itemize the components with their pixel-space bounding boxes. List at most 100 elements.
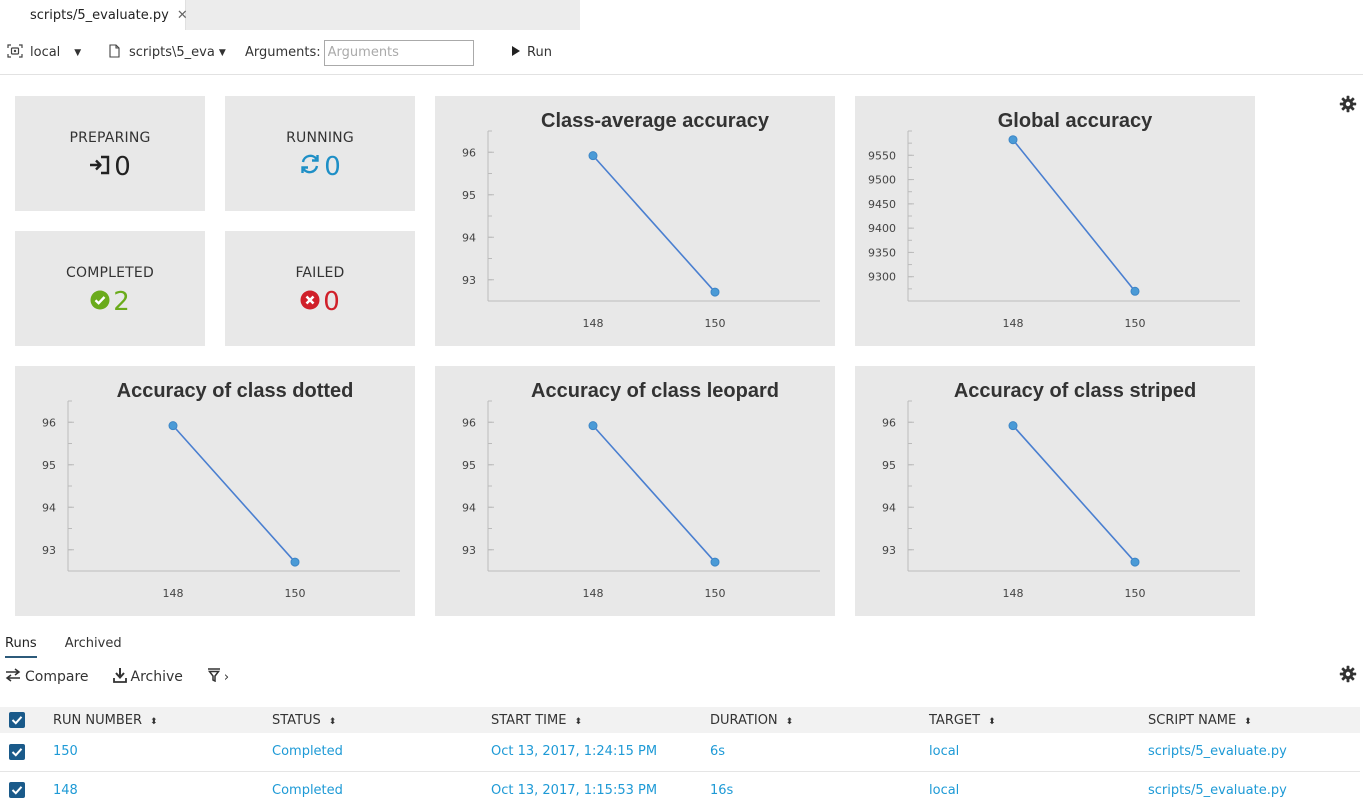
data-point[interactable]	[710, 287, 720, 297]
runs-tabs: Runs Archived	[5, 636, 150, 658]
select-all-checkbox[interactable]	[0, 707, 53, 733]
x-tick-label: 148	[583, 587, 604, 600]
x-tick-label: 148	[1003, 317, 1024, 330]
target-cell[interactable]: local	[929, 771, 1148, 809]
x-tick-label: 148	[163, 587, 184, 600]
status-count: 0	[324, 152, 341, 182]
table-header-row: RUN NUMBER ⬍ STATUS ⬍ START TIME ⬍ DURATION…	[0, 707, 1360, 733]
data-point[interactable]	[588, 421, 598, 431]
checkbox-checked-icon	[9, 782, 25, 798]
arguments-label: Arguments:	[245, 45, 321, 60]
column-header[interactable]: SCRIPT NAME ⬍	[1148, 707, 1360, 733]
data-point[interactable]	[588, 151, 598, 161]
tab-title: scripts/5_evaluate.py	[30, 7, 169, 23]
run-number-link[interactable]: 150	[53, 733, 272, 772]
script-select[interactable]: scripts\5_eva ▼	[109, 30, 226, 75]
arguments-input[interactable]	[323, 39, 474, 66]
table-row[interactable]: 150 Completed Oct 13, 2017, 1:24:15 PM 6…	[0, 733, 1360, 772]
x-tick-label: 150	[285, 587, 306, 600]
chart-title: Accuracy of class dotted	[117, 380, 354, 402]
column-header[interactable]: STATUS ⬍	[272, 707, 491, 733]
row-checkbox[interactable]	[0, 771, 53, 809]
x-tick-label: 148	[583, 317, 604, 330]
compare-button[interactable]: Compare	[5, 668, 89, 686]
status-card-running: RUNNING 0	[225, 96, 415, 211]
status-count: 0	[323, 287, 340, 317]
target-select[interactable]: local ▼	[7, 30, 81, 75]
checkbox-checked-icon	[9, 712, 25, 728]
status-cell[interactable]: Completed	[272, 733, 491, 772]
data-point[interactable]	[1130, 557, 1140, 567]
start-time-cell[interactable]: Oct 13, 2017, 1:24:15 PM	[491, 733, 710, 772]
target-cell[interactable]: local	[929, 733, 1148, 772]
status-value: 0	[225, 152, 415, 182]
table-row[interactable]: 148 Completed Oct 13, 2017, 1:15:53 PM 1…	[0, 771, 1360, 809]
gear-icon[interactable]	[1339, 95, 1357, 113]
chart-title: Accuracy of class leopard	[531, 380, 779, 402]
run-number-link[interactable]: 148	[53, 771, 272, 809]
column-header[interactable]: TARGET ⬍	[929, 707, 1148, 733]
chevron-down-icon: ▼	[218, 47, 226, 58]
column-header[interactable]: START TIME ⬍	[491, 707, 710, 733]
y-tick-label: 95	[462, 189, 476, 202]
file-icon	[109, 43, 120, 62]
script-name-cell[interactable]: scripts/5_evaluate.py	[1148, 733, 1360, 772]
data-point[interactable]	[1008, 135, 1018, 145]
column-header[interactable]: RUN NUMBER ⬍	[53, 707, 272, 733]
y-tick-label: 9500	[868, 174, 896, 187]
start-time-cell[interactable]: Oct 13, 2017, 1:15:53 PM	[491, 771, 710, 809]
column-label: STATUS	[272, 712, 321, 728]
tab-script[interactable]: scripts/5_evaluate.py ✕	[0, 0, 188, 30]
status-card-preparing: PREPARING 0	[15, 96, 205, 211]
y-tick-label: 94	[882, 501, 896, 514]
chart-title: Global accuracy	[998, 110, 1153, 132]
gear-icon[interactable]	[1339, 665, 1357, 683]
y-tick-label: 9450	[868, 198, 896, 211]
y-tick-label: 9550	[868, 149, 896, 162]
y-tick-label: 9350	[868, 246, 896, 259]
tab-bar: scripts/5_evaluate.py ✕	[0, 0, 1363, 30]
sort-icon: ⬍	[574, 716, 582, 727]
data-point[interactable]	[1008, 421, 1018, 431]
sort-icon: ⬍	[328, 716, 337, 727]
data-point[interactable]	[168, 421, 178, 431]
runs-table: RUN NUMBER ⬍ STATUS ⬍ START TIME ⬍ DURATION…	[0, 707, 1360, 809]
filter-icon	[207, 668, 221, 686]
series-line	[592, 155, 716, 293]
chart-global-accuracy: Global accuracy 9300 9350 9400 9450 9500 9550 1…	[855, 96, 1255, 346]
script-value: scripts\5_eva	[129, 45, 215, 60]
row-checkbox[interactable]	[0, 733, 53, 772]
status-label: PREPARING	[69, 130, 151, 146]
status-cell[interactable]: Completed	[272, 771, 491, 809]
column-label: RUN NUMBER	[53, 712, 143, 728]
check-circle-icon	[90, 287, 110, 317]
sort-icon: ⬍	[785, 716, 794, 727]
y-tick-label: 94	[42, 501, 56, 514]
data-point[interactable]	[1130, 286, 1140, 296]
series-line	[592, 425, 716, 563]
chart-title: Class-average accuracy	[541, 110, 770, 132]
y-tick-label: 94	[462, 231, 476, 244]
y-tick-label: 95	[882, 459, 896, 472]
duration-cell[interactable]: 16s	[710, 771, 929, 809]
status-card-failed: FAILED 0	[225, 231, 415, 346]
checkbox-checked-icon	[9, 743, 25, 760]
tab-runs[interactable]: Runs	[5, 636, 37, 658]
script-name-cell[interactable]: scripts/5_evaluate.py	[1148, 771, 1360, 809]
status-value: 2	[15, 287, 205, 317]
filter-button[interactable]: ›	[207, 668, 229, 686]
run-button[interactable]: Run	[511, 30, 552, 75]
chart-accuracy-leopard: Accuracy of class leopard 93 94 95 96 148 150	[435, 366, 835, 616]
tab-archived[interactable]: Archived	[65, 636, 122, 658]
status-count: 2	[113, 287, 130, 317]
data-point[interactable]	[290, 557, 300, 567]
column-header[interactable]: DURATION ⬍	[710, 707, 929, 733]
data-point[interactable]	[710, 557, 720, 567]
duration-cell[interactable]: 6s	[710, 733, 929, 772]
status-label: FAILED	[295, 265, 345, 281]
y-tick-label: 96	[462, 416, 476, 429]
archive-button[interactable]: Archive	[112, 667, 183, 687]
column-label: TARGET	[929, 712, 981, 728]
chart-accuracy-striped: Accuracy of class striped 93 94 95 96 148 150	[855, 366, 1255, 616]
status-card-completed: COMPLETED 2	[15, 231, 205, 346]
